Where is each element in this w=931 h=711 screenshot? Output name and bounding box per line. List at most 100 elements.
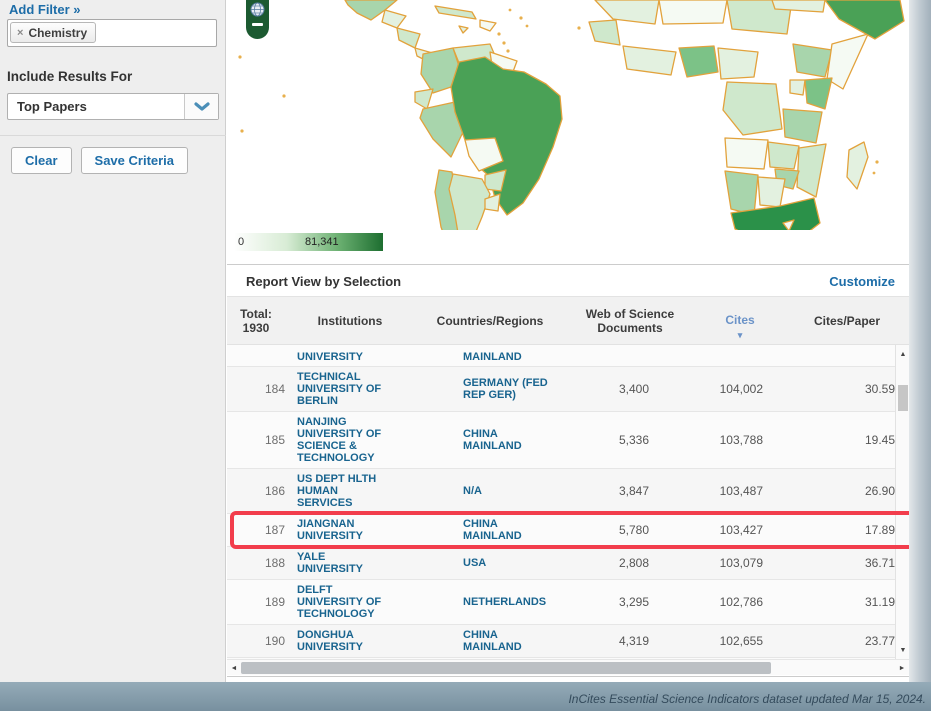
dataset-update-note: InCites Essential Science Indicators dat… (568, 692, 926, 706)
dropdown-button[interactable] (184, 94, 218, 119)
column-total: Total: 1930 (227, 307, 285, 335)
wos-documents-cell (589, 355, 649, 357)
wos-documents-cell: 5,780 (589, 520, 649, 540)
rank-cell: 189 (227, 592, 289, 612)
table-row[interactable]: 184 TECHNICAL UNIVERSITY OF BERLIN GERMA… (227, 367, 909, 412)
institution-link[interactable]: US DEPT HLTH HUMAN SERVICES (289, 469, 457, 513)
cites-per-paper-cell: 30.59 (763, 379, 909, 399)
main-content: 0 81,341 Report View by Selection Custom… (227, 0, 909, 682)
table-header-row: Total: 1930 Institutions Countries/Regio… (227, 296, 909, 345)
cites-cell: 102,786 (649, 592, 763, 612)
report-view-title: Report View by Selection (246, 274, 401, 289)
wos-documents-cell: 3,295 (589, 592, 649, 612)
wos-documents-cell: 3,400 (589, 379, 649, 399)
institution-link[interactable]: YALE UNIVERSITY (289, 547, 457, 579)
clear-button[interactable]: Clear (11, 147, 72, 174)
save-criteria-button[interactable]: Save Criteria (81, 147, 189, 174)
cites-per-paper-cell: 17.89 (763, 520, 909, 540)
world-choropleth-map[interactable] (227, 0, 909, 230)
country-link[interactable]: MAINLAND (457, 349, 589, 363)
scroll-left-icon[interactable]: ◄ (227, 660, 241, 676)
legend-min-value: 0 (238, 236, 244, 248)
table-row[interactable]: 186 US DEPT HLTH HUMAN SERVICES N/A 3,84… (227, 469, 909, 514)
institution-link[interactable]: UNIVERSITY (289, 349, 457, 363)
country-link[interactable]: CHINA MAINLAND (457, 514, 589, 546)
horizontal-scroll-thumb[interactable] (241, 662, 771, 674)
map-canvas (227, 0, 909, 230)
rank-cell: 185 (227, 430, 289, 450)
country-link[interactable]: CHINA MAINLAND (457, 625, 589, 657)
rank-cell: 190 (227, 631, 289, 651)
remove-filter-icon[interactable]: × (17, 27, 23, 39)
rank-cell (227, 355, 289, 357)
cites-cell: 102,655 (649, 631, 763, 651)
cites-per-paper-cell: 23.77 (763, 631, 909, 651)
active-filters-box[interactable]: × Chemistry (7, 19, 217, 47)
cites-per-paper-cell: 19.45 (763, 430, 909, 450)
cites-cell: 104,002 (649, 379, 763, 399)
cites-cell: 103,487 (649, 481, 763, 501)
institution-link[interactable]: DELFT UNIVERSITY OF TECHNOLOGY (289, 580, 457, 624)
filter-sidebar: Add Filter » × Chemistry Include Results… (0, 0, 226, 682)
country-link[interactable]: N/A (457, 481, 589, 501)
map-color-legend: 0 81,341 (235, 233, 383, 251)
table-row[interactable]: 185 NANJING UNIVERSITY OF SCIENCE & TECH… (227, 412, 909, 469)
cites-cell: 103,788 (649, 430, 763, 450)
scroll-up-icon[interactable]: ▲ (896, 347, 910, 361)
results-table-body: UNIVERSITY MAINLAND 184 TECHNICAL UNIVER… (227, 345, 909, 659)
column-wos-documents[interactable]: Web of Science Documents (565, 307, 695, 335)
rank-cell: 188 (227, 553, 289, 573)
filter-tag-label: Chemistry (28, 26, 87, 40)
footer-band: InCites Essential Science Indicators dat… (0, 682, 931, 711)
filter-tag-chemistry[interactable]: × Chemistry (10, 22, 96, 43)
customize-link[interactable]: Customize (829, 274, 895, 289)
legend-max-value: 81,341 (305, 236, 339, 248)
table-row[interactable]: UNIVERSITY MAINLAND (227, 345, 909, 367)
table-row[interactable]: 188 YALE UNIVERSITY USA 2,808 103,079 36… (227, 547, 909, 580)
include-results-label: Include Results For (7, 69, 132, 84)
zoom-out-icon[interactable] (252, 23, 263, 26)
cites-per-paper-cell: 31.19 (763, 592, 909, 612)
table-row[interactable]: 189 DELFT UNIVERSITY OF TECHNOLOGY NETHE… (227, 580, 909, 625)
results-type-dropdown[interactable]: Top Papers (7, 93, 219, 120)
sidebar-divider (0, 135, 226, 136)
institution-link[interactable]: NANJING UNIVERSITY OF SCIENCE & TECHNOLO… (289, 412, 457, 468)
map-zoom-control[interactable] (246, 0, 269, 39)
table-vertical-scrollbar[interactable]: ▲ ▼ (895, 345, 909, 659)
column-cites-sorted[interactable]: Cites ▾ (695, 299, 785, 342)
sort-arrow-icon: ▾ (738, 330, 743, 340)
table-row[interactable]: 190 DONGHUA UNIVERSITY CHINA MAINLAND 4,… (227, 625, 909, 658)
rank-cell: 186 (227, 481, 289, 501)
chevron-down-icon (194, 102, 210, 112)
scroll-right-icon[interactable]: ► (895, 660, 909, 676)
institution-link[interactable]: TECHNICAL UNIVERSITY OF BERLIN (289, 367, 457, 411)
add-filter-link[interactable]: Add Filter » (9, 2, 81, 17)
cites-per-paper-cell: 36.71 (763, 553, 909, 573)
cites-cell: 103,427 (649, 520, 763, 540)
country-link[interactable]: GERMANY (FED REP GER) (457, 373, 589, 405)
cites-per-paper-cell: 26.90 (763, 481, 909, 501)
institution-link[interactable]: DONGHUA UNIVERSITY (289, 625, 457, 657)
country-link[interactable]: NETHERLANDS (457, 592, 589, 612)
wos-documents-cell: 3,847 (589, 481, 649, 501)
rank-cell: 184 (227, 379, 289, 399)
table-horizontal-scrollbar[interactable]: ◄ ► (227, 659, 909, 675)
column-cites-per-paper[interactable]: Cites/Paper (785, 314, 909, 328)
rank-cell: 187 (227, 520, 289, 540)
wos-documents-cell: 5,336 (589, 430, 649, 450)
column-institutions[interactable]: Institutions (285, 314, 415, 328)
page-right-margin (909, 0, 931, 682)
country-link[interactable]: CHINA MAINLAND (457, 424, 589, 456)
scroll-down-icon[interactable]: ▼ (896, 643, 910, 657)
cites-cell: 103,079 (649, 553, 763, 573)
wos-documents-cell: 4,319 (589, 631, 649, 651)
vertical-scroll-thumb[interactable] (898, 385, 908, 411)
country-link[interactable]: USA (457, 553, 589, 573)
table-row-highlighted[interactable]: 187 JIANGNAN UNIVERSITY CHINA MAINLAND 5… (227, 514, 909, 547)
content-bottom-border (227, 676, 909, 677)
esi-page: Add Filter » × Chemistry Include Results… (0, 0, 931, 711)
institution-link[interactable]: JIANGNAN UNIVERSITY (289, 514, 457, 546)
column-countries[interactable]: Countries/Regions (415, 314, 565, 328)
results-type-value: Top Papers (8, 94, 184, 119)
cites-per-paper-cell (763, 355, 909, 357)
